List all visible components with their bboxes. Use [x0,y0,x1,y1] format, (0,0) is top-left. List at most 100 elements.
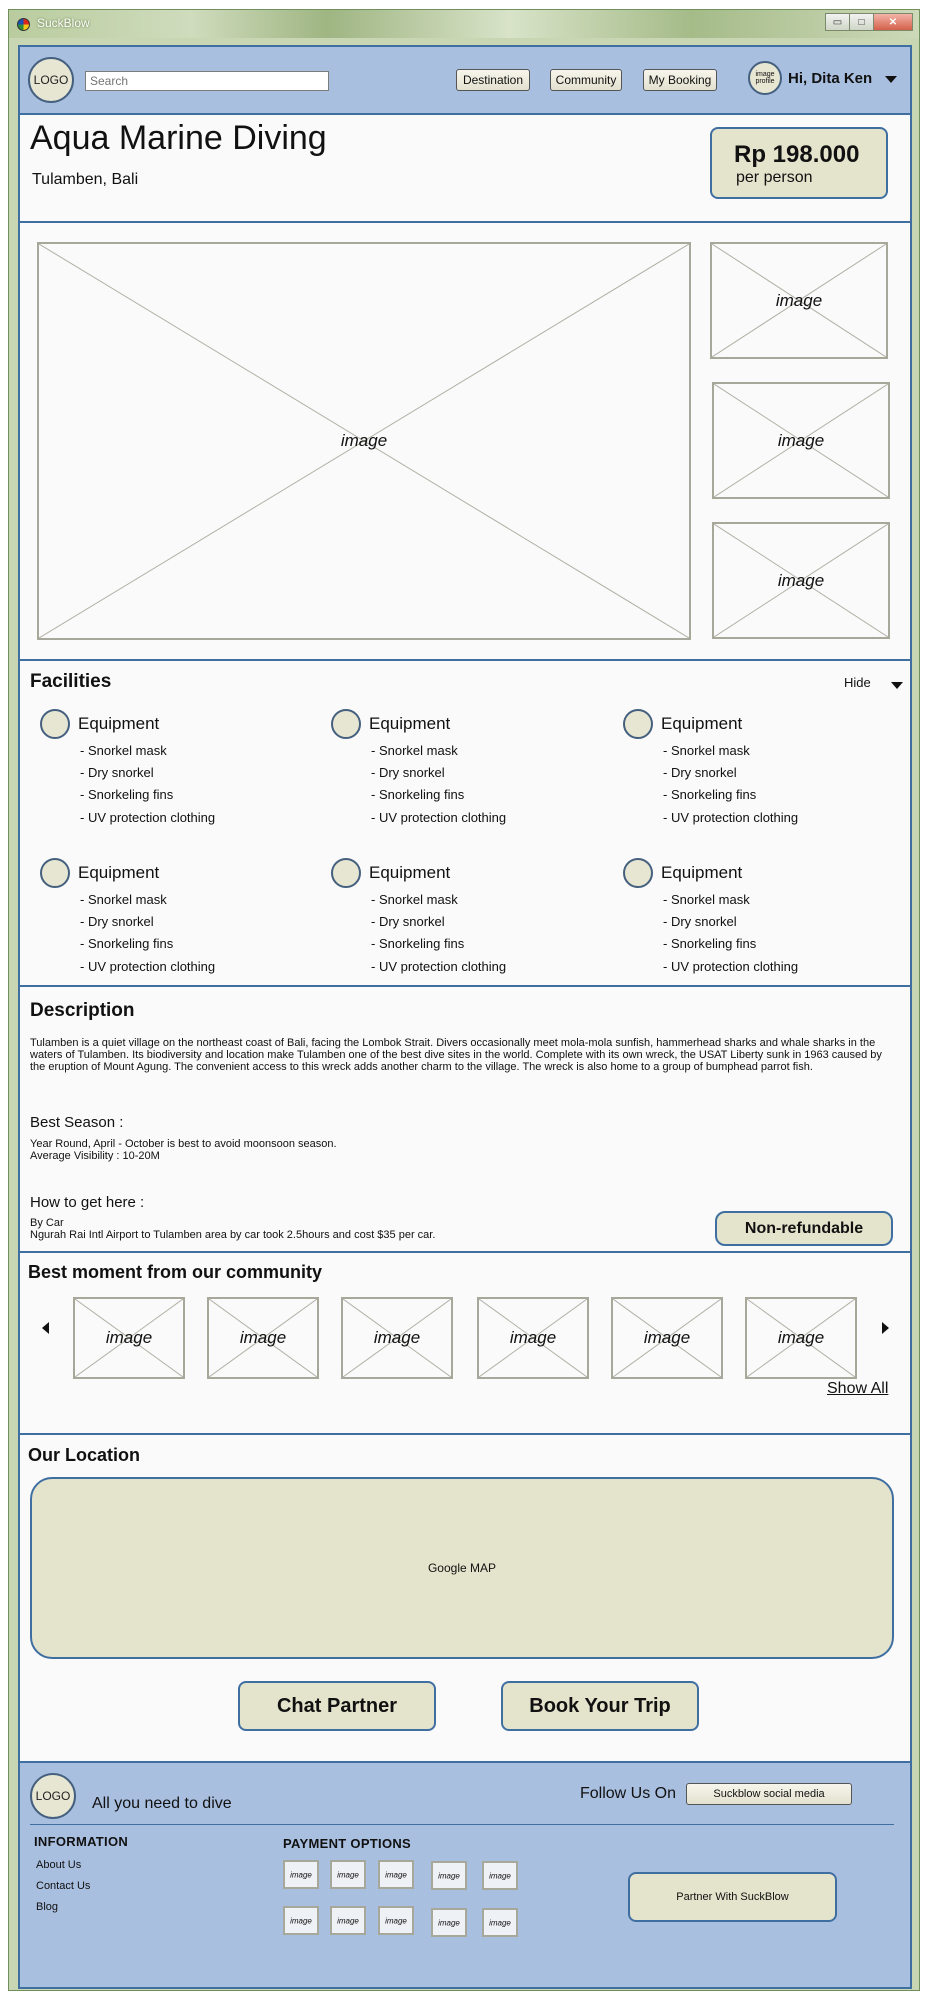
minimize-icon: ▭ [832,16,843,28]
image-label: image [337,1916,359,1925]
price-unit: per person [736,169,813,186]
show-all-link[interactable]: Show All [827,1380,888,1398]
follow-label: Follow Us On [580,1785,677,1802]
book-trip-button[interactable]: Book Your Trip [501,1681,699,1731]
footer-divider [30,1824,894,1825]
image-label: image [777,430,825,450]
image-label: image [438,1871,460,1880]
facility-item: - UV protection clothing [80,959,216,974]
image-label: image [509,1328,557,1347]
price-box: Rp 198.000 per person [710,127,888,199]
contact-us-link[interactable]: Contact Us [36,1880,90,1892]
facility-item: - Snorkeling fins [80,787,174,802]
search-input[interactable] [85,71,329,91]
facility-title: Equipment [78,863,160,882]
map-label: Google MAP [427,1561,497,1575]
community-image[interactable]: image [477,1297,589,1379]
payment-options-heading: PAYMENT OPTIONS [283,1836,412,1851]
how-to-get-heading: How to get here : [30,1194,145,1211]
chevron-down-icon[interactable] [891,682,903,689]
price-value: Rp 198.000 [734,141,860,168]
equipment-icon [40,709,70,739]
arrow-left-icon[interactable] [42,1322,49,1334]
image-label: image [105,1328,153,1347]
image-label: image [777,570,825,590]
facility-item: - Dry snorkel [663,765,737,780]
image-label: image [489,1871,511,1880]
payment-method-image: image [330,1906,366,1935]
facility-title: Equipment [369,714,451,733]
facility-item: - Snorkel mask [80,743,167,758]
profile-image-label: image profile [755,71,775,85]
community-image[interactable]: image [73,1297,185,1379]
community-image[interactable]: image [611,1297,723,1379]
payment-method-image: image [378,1860,414,1889]
facility-item: - Snorkel mask [663,743,750,758]
app-window: SuckBlow ▭ □ ✕ LOGO Destination Communit… [8,9,920,1991]
arrow-right-icon[interactable] [882,1322,889,1334]
payment-method-image: image [283,1860,319,1889]
facility-item: - UV protection clothing [663,810,799,825]
community-image[interactable]: image [341,1297,453,1379]
user-greeting[interactable]: Hi, Dita Ken [788,70,872,87]
visibility-text: Average Visibility : 10-20M [30,1150,160,1162]
social-media-button[interactable]: Suckblow social media [686,1783,852,1805]
image-label: image [239,1328,287,1347]
logo[interactable]: LOGO [28,57,74,103]
close-icon: ✕ [888,16,898,28]
partner-button[interactable]: Partner With SuckBlow [628,1872,837,1922]
best-season-text: Year Round, April - October is best to a… [30,1138,337,1150]
chat-partner-button[interactable]: Chat Partner [238,1681,436,1731]
facility-item: - Snorkel mask [371,743,458,758]
community-image[interactable]: image [745,1297,857,1379]
facility-item: - Dry snorkel [371,914,445,929]
community-image[interactable]: image [207,1297,319,1379]
thumb-image[interactable]: image [710,242,888,359]
main-image[interactable]: image [37,242,691,640]
footer-tagline: All you need to dive [92,1795,232,1812]
thumb-image[interactable]: image [712,522,890,639]
facility-title: Equipment [369,863,451,882]
footer: LOGO All you need to dive Follow Us On S… [20,1761,910,1987]
payment-method-image: image [378,1906,414,1935]
nav-destination-button[interactable]: Destination [456,69,530,91]
description-heading: Description [30,1000,135,1021]
facility-item: - Dry snorkel [80,914,154,929]
nav-my-booking-button[interactable]: My Booking [643,69,717,91]
image-label: image [340,431,388,450]
close-button[interactable]: ✕ [873,13,913,31]
equipment-icon [331,709,361,739]
divider [20,1251,910,1253]
facility-item: - Snorkeling fins [663,787,757,802]
payment-method-image: image [482,1908,518,1937]
payment-method-image: image [431,1861,467,1890]
blog-link[interactable]: Blog [36,1901,58,1913]
divider [20,985,910,987]
title-bar: SuckBlow ▭ □ ✕ [9,10,919,38]
best-season-heading: Best Season : [30,1114,124,1131]
profile-avatar[interactable]: image profile [748,61,782,95]
minimize-button[interactable]: ▭ [825,13,850,31]
facility-title: Equipment [661,863,743,882]
facility-item: - Snorkeling fins [663,936,757,951]
hide-toggle[interactable]: Hide [844,675,871,690]
payment-method-image: image [283,1906,319,1935]
equipment-icon [623,709,653,739]
top-header: LOGO Destination Community My Booking im… [20,47,910,115]
facility-item: - UV protection clothing [371,810,507,825]
facility-item: - Dry snorkel [80,765,154,780]
image-label: image [489,1918,511,1927]
image-label: image [385,1916,407,1925]
about-us-link[interactable]: About Us [36,1859,81,1871]
thumb-image[interactable]: image [712,382,890,499]
chevron-down-icon[interactable] [885,76,897,83]
nav-community-button[interactable]: Community [550,69,622,91]
map[interactable]: Google MAP [30,1477,894,1659]
facility-title: Equipment [78,714,160,733]
maximize-button[interactable]: □ [849,13,874,31]
image-label: image [438,1918,460,1927]
facility-item: - Dry snorkel [371,765,445,780]
image-label: image [385,1870,407,1879]
window-title: SuckBlow [37,16,90,30]
footer-logo[interactable]: LOGO [30,1773,76,1819]
